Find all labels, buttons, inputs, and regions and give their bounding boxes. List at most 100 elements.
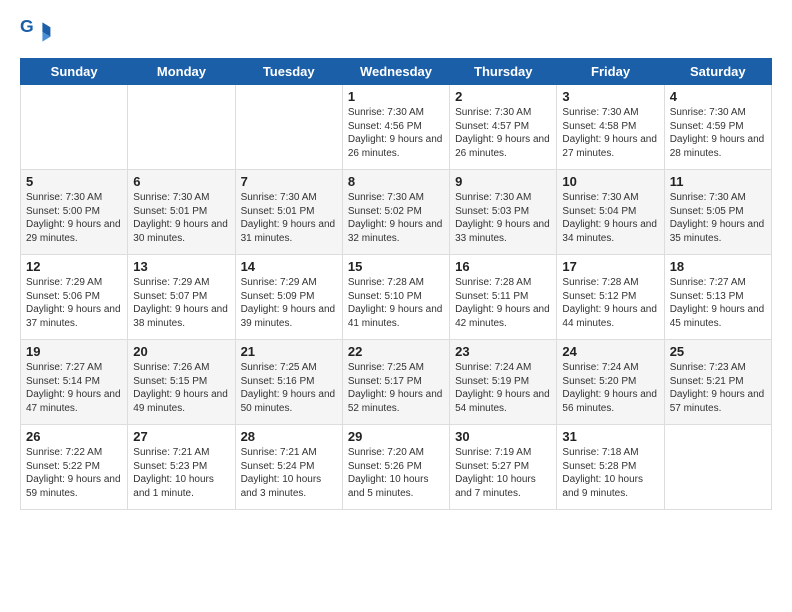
day-cell (664, 425, 771, 510)
day-info: Sunrise: 7:19 AM Sunset: 5:27 PM Dayligh… (455, 446, 551, 500)
day-cell: 5 Sunrise: 7:30 AM Sunset: 5:00 PM Daylig… (21, 170, 128, 255)
day-cell: 3 Sunrise: 7:30 AM Sunset: 4:58 PM Daylig… (557, 85, 664, 170)
logo-icon: G (20, 16, 52, 48)
day-number: 8 (348, 174, 444, 189)
week-row: 5 Sunrise: 7:30 AM Sunset: 5:00 PM Daylig… (21, 170, 772, 255)
day-info: Sunrise: 7:23 AM Sunset: 5:21 PM Dayligh… (670, 361, 766, 415)
day-info: Sunrise: 7:28 AM Sunset: 5:10 PM Dayligh… (348, 276, 444, 330)
day-cell: 18 Sunrise: 7:27 AM Sunset: 5:13 PM Dayli… (664, 255, 771, 340)
day-info: Sunrise: 7:20 AM Sunset: 5:26 PM Dayligh… (348, 446, 444, 500)
day-number: 26 (26, 429, 122, 444)
day-info: Sunrise: 7:18 AM Sunset: 5:28 PM Dayligh… (562, 446, 658, 500)
day-cell: 21Sunrise: 7:25 AM Sunset: 5:16 PM Dayli… (235, 340, 342, 425)
day-info: Sunrise: 7:30 AM Sunset: 5:04 PM Dayligh… (562, 191, 658, 245)
day-number: 12 (26, 259, 122, 274)
day-info: Sunrise: 7:26 AM Sunset: 5:15 PM Dayligh… (133, 361, 229, 415)
day-cell: 30 Sunrise: 7:19 AM Sunset: 5:27 PM Dayli… (450, 425, 557, 510)
day-cell: 2 Sunrise: 7:30 AM Sunset: 4:57 PM Daylig… (450, 85, 557, 170)
day-cell: 4 Sunrise: 7:30 AM Sunset: 4:59 PM Daylig… (664, 85, 771, 170)
weekday-header: Saturday (664, 59, 771, 85)
weekday-header: Sunday (21, 59, 128, 85)
day-cell: 8 Sunrise: 7:30 AM Sunset: 5:02 PM Daylig… (342, 170, 449, 255)
day-number: 7 (241, 174, 337, 189)
day-cell: 7 Sunrise: 7:30 AM Sunset: 5:01 PM Daylig… (235, 170, 342, 255)
day-number: 31 (562, 429, 658, 444)
day-cell: 22Sunrise: 7:25 AM Sunset: 5:17 PM Dayli… (342, 340, 449, 425)
svg-text:G: G (20, 16, 34, 36)
day-number: 10 (562, 174, 658, 189)
page: G SundayMondayTuesdayWednesdayThursdayFr… (0, 0, 792, 520)
day-number: 14 (241, 259, 337, 274)
day-cell: 28 Sunrise: 7:21 AM Sunset: 5:24 PM Dayli… (235, 425, 342, 510)
day-cell: 14 Sunrise: 7:29 AM Sunset: 5:09 PM Dayli… (235, 255, 342, 340)
day-number: 9 (455, 174, 551, 189)
day-info: Sunrise: 7:29 AM Sunset: 5:07 PM Dayligh… (133, 276, 229, 330)
day-number: 28 (241, 429, 337, 444)
day-number: 3 (562, 89, 658, 104)
day-info: Sunrise: 7:30 AM Sunset: 4:56 PM Dayligh… (348, 106, 444, 160)
day-info: Sunrise: 7:29 AM Sunset: 5:09 PM Dayligh… (241, 276, 337, 330)
day-cell: 9 Sunrise: 7:30 AM Sunset: 5:03 PM Daylig… (450, 170, 557, 255)
day-number: 20 (133, 344, 229, 359)
day-info: Sunrise: 7:30 AM Sunset: 5:03 PM Dayligh… (455, 191, 551, 245)
day-number: 30 (455, 429, 551, 444)
day-cell: 17 Sunrise: 7:28 AM Sunset: 5:12 PM Dayli… (557, 255, 664, 340)
week-row: 26Sunrise: 7:22 AM Sunset: 5:22 PM Dayli… (21, 425, 772, 510)
day-info: Sunrise: 7:24 AM Sunset: 5:19 PM Dayligh… (455, 361, 551, 415)
day-cell: 27 Sunrise: 7:21 AM Sunset: 5:23 PM Dayli… (128, 425, 235, 510)
day-info: Sunrise: 7:30 AM Sunset: 5:05 PM Dayligh… (670, 191, 766, 245)
day-number: 17 (562, 259, 658, 274)
day-number: 4 (670, 89, 766, 104)
day-number: 23 (455, 344, 551, 359)
day-number: 27 (133, 429, 229, 444)
day-cell: 13Sunrise: 7:29 AM Sunset: 5:07 PM Dayli… (128, 255, 235, 340)
day-number: 1 (348, 89, 444, 104)
day-cell: 24Sunrise: 7:24 AM Sunset: 5:20 PM Dayli… (557, 340, 664, 425)
day-cell (21, 85, 128, 170)
day-info: Sunrise: 7:30 AM Sunset: 5:01 PM Dayligh… (133, 191, 229, 245)
day-cell: 26Sunrise: 7:22 AM Sunset: 5:22 PM Dayli… (21, 425, 128, 510)
week-row: 1 Sunrise: 7:30 AM Sunset: 4:56 PM Daylig… (21, 85, 772, 170)
day-number: 2 (455, 89, 551, 104)
day-info: Sunrise: 7:30 AM Sunset: 4:58 PM Dayligh… (562, 106, 658, 160)
logo: G (20, 16, 56, 48)
weekday-header: Friday (557, 59, 664, 85)
day-number: 18 (670, 259, 766, 274)
day-cell: 29Sunrise: 7:20 AM Sunset: 5:26 PM Dayli… (342, 425, 449, 510)
day-info: Sunrise: 7:25 AM Sunset: 5:17 PM Dayligh… (348, 361, 444, 415)
day-info: Sunrise: 7:30 AM Sunset: 5:02 PM Dayligh… (348, 191, 444, 245)
day-number: 19 (26, 344, 122, 359)
weekday-header: Tuesday (235, 59, 342, 85)
week-row: 19 Sunrise: 7:27 AM Sunset: 5:14 PM Dayli… (21, 340, 772, 425)
day-number: 25 (670, 344, 766, 359)
day-info: Sunrise: 7:30 AM Sunset: 5:01 PM Dayligh… (241, 191, 337, 245)
day-cell: 11 Sunrise: 7:30 AM Sunset: 5:05 PM Dayli… (664, 170, 771, 255)
day-number: 21 (241, 344, 337, 359)
day-number: 11 (670, 174, 766, 189)
day-info: Sunrise: 7:30 AM Sunset: 4:57 PM Dayligh… (455, 106, 551, 160)
day-number: 15 (348, 259, 444, 274)
day-info: Sunrise: 7:30 AM Sunset: 5:00 PM Dayligh… (26, 191, 122, 245)
day-cell: 25 Sunrise: 7:23 AM Sunset: 5:21 PM Dayli… (664, 340, 771, 425)
day-info: Sunrise: 7:27 AM Sunset: 5:14 PM Dayligh… (26, 361, 122, 415)
day-cell: 20 Sunrise: 7:26 AM Sunset: 5:15 PM Dayli… (128, 340, 235, 425)
day-number: 16 (455, 259, 551, 274)
day-info: Sunrise: 7:28 AM Sunset: 5:12 PM Dayligh… (562, 276, 658, 330)
day-cell: 1 Sunrise: 7:30 AM Sunset: 4:56 PM Daylig… (342, 85, 449, 170)
weekday-header: Wednesday (342, 59, 449, 85)
day-info: Sunrise: 7:27 AM Sunset: 5:13 PM Dayligh… (670, 276, 766, 330)
weekday-header: Monday (128, 59, 235, 85)
day-cell: 12 Sunrise: 7:29 AM Sunset: 5:06 PM Dayli… (21, 255, 128, 340)
day-info: Sunrise: 7:29 AM Sunset: 5:06 PM Dayligh… (26, 276, 122, 330)
day-cell: 6 Sunrise: 7:30 AM Sunset: 5:01 PM Daylig… (128, 170, 235, 255)
calendar-table: SundayMondayTuesdayWednesdayThursdayFrid… (20, 58, 772, 510)
day-info: Sunrise: 7:28 AM Sunset: 5:11 PM Dayligh… (455, 276, 551, 330)
day-info: Sunrise: 7:21 AM Sunset: 5:23 PM Dayligh… (133, 446, 229, 500)
day-info: Sunrise: 7:30 AM Sunset: 4:59 PM Dayligh… (670, 106, 766, 160)
day-number: 6 (133, 174, 229, 189)
day-info: Sunrise: 7:21 AM Sunset: 5:24 PM Dayligh… (241, 446, 337, 500)
day-number: 5 (26, 174, 122, 189)
weekday-header-row: SundayMondayTuesdayWednesdayThursdayFrid… (21, 59, 772, 85)
day-cell: 15 Sunrise: 7:28 AM Sunset: 5:10 PM Dayli… (342, 255, 449, 340)
day-number: 24 (562, 344, 658, 359)
